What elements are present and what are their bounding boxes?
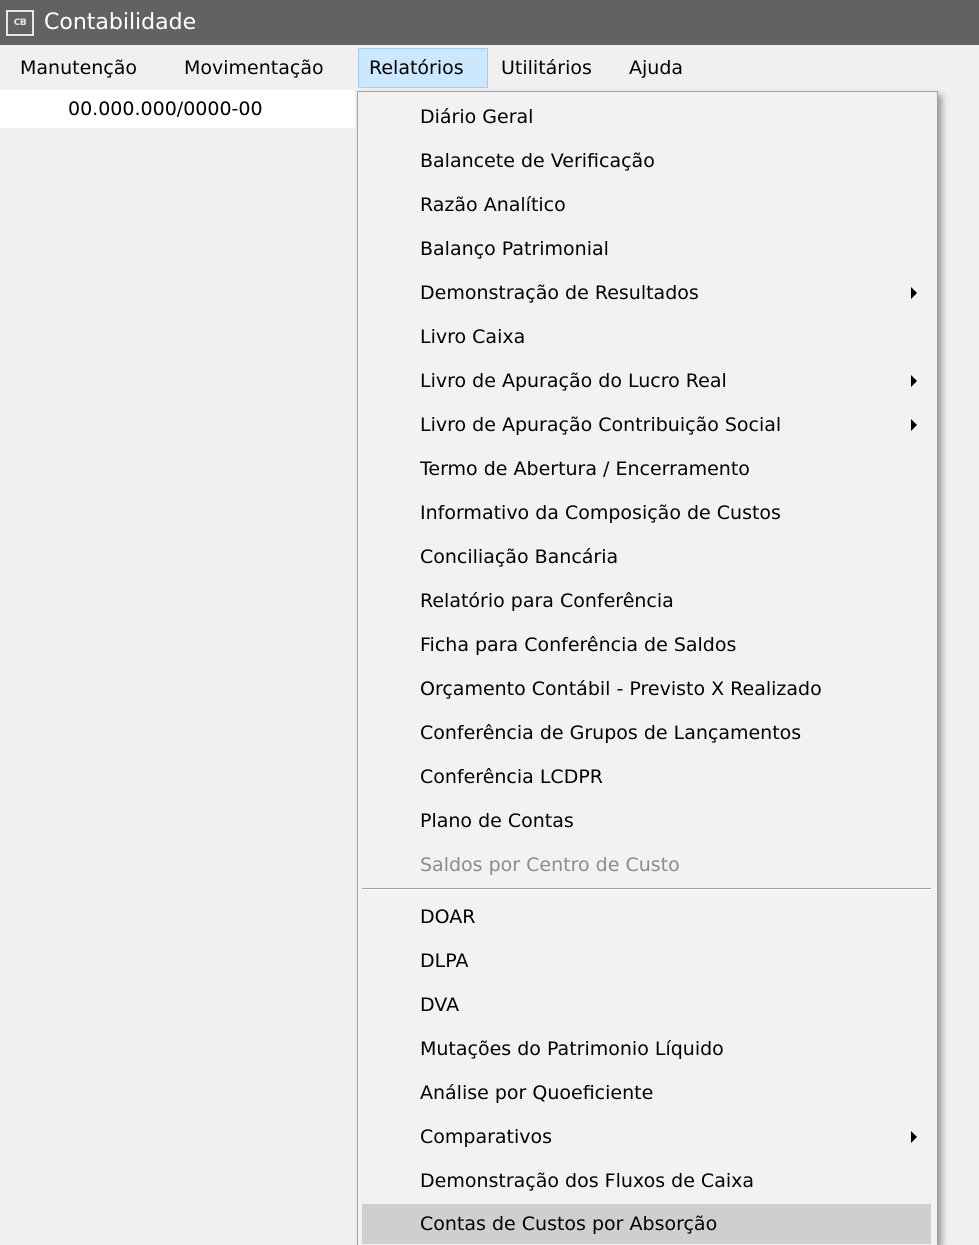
menu-item-label: Comparativos <box>420 1126 553 1148</box>
submenu-arrow-icon <box>911 375 917 387</box>
menu-item-label: Balanço Patrimonial <box>420 238 609 260</box>
menu-item-livro-caixa[interactable]: Livro Caixa <box>362 317 931 357</box>
menu-item-label: DLPA <box>420 950 469 972</box>
menu-item-plano-contas[interactable]: Plano de Contas <box>362 801 931 841</box>
menu-item-orcamento-contabil[interactable]: Orçamento Contábil - Previsto X Realizad… <box>362 669 931 709</box>
title-bar: CB Contabilidade <box>0 0 979 45</box>
menu-bar: Manutenção Movimentação Relatórios Utili… <box>0 45 979 90</box>
menu-item-doar[interactable]: DOAR <box>362 897 931 937</box>
menu-item-label: Balancete de Verificação <box>420 150 655 172</box>
menu-item-razao-analitico[interactable]: Razão Analítico <box>362 185 931 225</box>
menu-item-label: Demonstração dos Fluxos de Caixa <box>420 1170 755 1192</box>
relatorios-dropdown-menu: Diário Geral Balancete de Verificação Ra… <box>357 91 938 1245</box>
menu-item-label: Análise por Quoeficiente <box>420 1082 654 1104</box>
menu-item-diario-geral[interactable]: Diário Geral <box>362 97 931 137</box>
menu-item-livro-contribuicao-social[interactable]: Livro de Apuração Contribuição Social <box>362 405 931 445</box>
menu-separator <box>362 888 931 890</box>
menu-item-analise-quoeficiente[interactable]: Análise por Quoeficiente <box>362 1073 931 1113</box>
menu-item-label: Orçamento Contábil - Previsto X Realizad… <box>420 678 822 700</box>
app-logo-icon[interactable]: CB <box>6 9 34 36</box>
submenu-arrow-icon <box>911 419 917 431</box>
menu-item-label: Plano de Contas <box>420 810 574 832</box>
menu-item-informativo-custos[interactable]: Informativo da Composição de Custos <box>362 493 931 533</box>
menu-item-dva[interactable]: DVA <box>362 985 931 1025</box>
menu-item-label: Contas de Custos por Absorção <box>420 1213 718 1235</box>
menu-item-conferencia-lcdpr[interactable]: Conferência LCDPR <box>362 757 931 797</box>
menu-item-label: Ficha para Conferência de Saldos <box>420 634 737 656</box>
menu-item-label: Demonstração de Resultados <box>420 282 699 304</box>
menu-item-conciliacao-bancaria[interactable]: Conciliação Bancária <box>362 537 931 577</box>
menu-relatorios[interactable]: Relatórios <box>358 48 488 88</box>
menu-item-label: Conferência de Grupos de Lançamentos <box>420 722 802 744</box>
menu-item-conferencia-grupos[interactable]: Conferência de Grupos de Lançamentos <box>362 713 931 753</box>
menu-item-label: Livro de Apuração do Lucro Real <box>420 370 727 392</box>
menu-manutencao[interactable]: Manutenção <box>10 48 147 88</box>
menu-item-label: Livro Caixa <box>420 326 526 348</box>
menu-item-label: Informativo da Composição de Custos <box>420 502 781 524</box>
menu-item-contas-custos-absorcao[interactable]: Contas de Custos por Absorção <box>362 1204 931 1244</box>
menu-item-label: Diário Geral <box>420 106 534 128</box>
menu-item-balanco-patrimonial[interactable]: Balanço Patrimonial <box>362 229 931 269</box>
menu-item-label: Conferência LCDPR <box>420 766 603 788</box>
menu-item-label: DVA <box>420 994 460 1016</box>
company-bar: 00.000.000/0000-00 <box>0 90 355 128</box>
submenu-arrow-icon <box>911 1131 917 1143</box>
menu-item-livro-lucro-real[interactable]: Livro de Apuração do Lucro Real <box>362 361 931 401</box>
menu-item-label: Saldos por Centro de Custo <box>420 854 680 876</box>
menu-item-label: Relatório para Conferência <box>420 590 674 612</box>
menu-item-label: Livro de Apuração Contribuição Social <box>420 414 782 436</box>
menu-item-dlpa[interactable]: DLPA <box>362 941 931 981</box>
menu-item-mutacoes-patrimonio[interactable]: Mutações do Patrimonio Líquido <box>362 1029 931 1069</box>
submenu-arrow-icon <box>911 287 917 299</box>
menu-item-ficha-conferencia-saldos[interactable]: Ficha para Conferência de Saldos <box>362 625 931 665</box>
menu-item-label: Mutações do Patrimonio Líquido <box>420 1038 724 1060</box>
menu-utilitarios[interactable]: Utilitários <box>491 48 602 88</box>
menu-item-fluxos-caixa[interactable]: Demonstração dos Fluxos de Caixa <box>362 1161 931 1201</box>
menu-item-saldos-centro-custo: Saldos por Centro de Custo <box>362 845 931 885</box>
menu-item-relatorio-conferencia[interactable]: Relatório para Conferência <box>362 581 931 621</box>
menu-item-demonstracao-resultados[interactable]: Demonstração de Resultados <box>362 273 931 313</box>
menu-item-label: Razão Analítico <box>420 194 566 216</box>
menu-item-label: Conciliação Bancária <box>420 546 619 568</box>
window-title: Contabilidade <box>44 10 197 35</box>
menu-ajuda[interactable]: Ajuda <box>619 48 693 88</box>
menu-item-termo-abertura[interactable]: Termo de Abertura / Encerramento <box>362 449 931 489</box>
menu-item-balancete[interactable]: Balancete de Verificação <box>362 141 931 181</box>
menu-movimentacao[interactable]: Movimentação <box>174 48 334 88</box>
company-cnpj: 00.000.000/0000-00 <box>68 98 263 120</box>
menu-item-comparativos[interactable]: Comparativos <box>362 1117 931 1157</box>
menu-item-label: Termo de Abertura / Encerramento <box>420 458 750 480</box>
menu-item-label: DOAR <box>420 906 476 928</box>
